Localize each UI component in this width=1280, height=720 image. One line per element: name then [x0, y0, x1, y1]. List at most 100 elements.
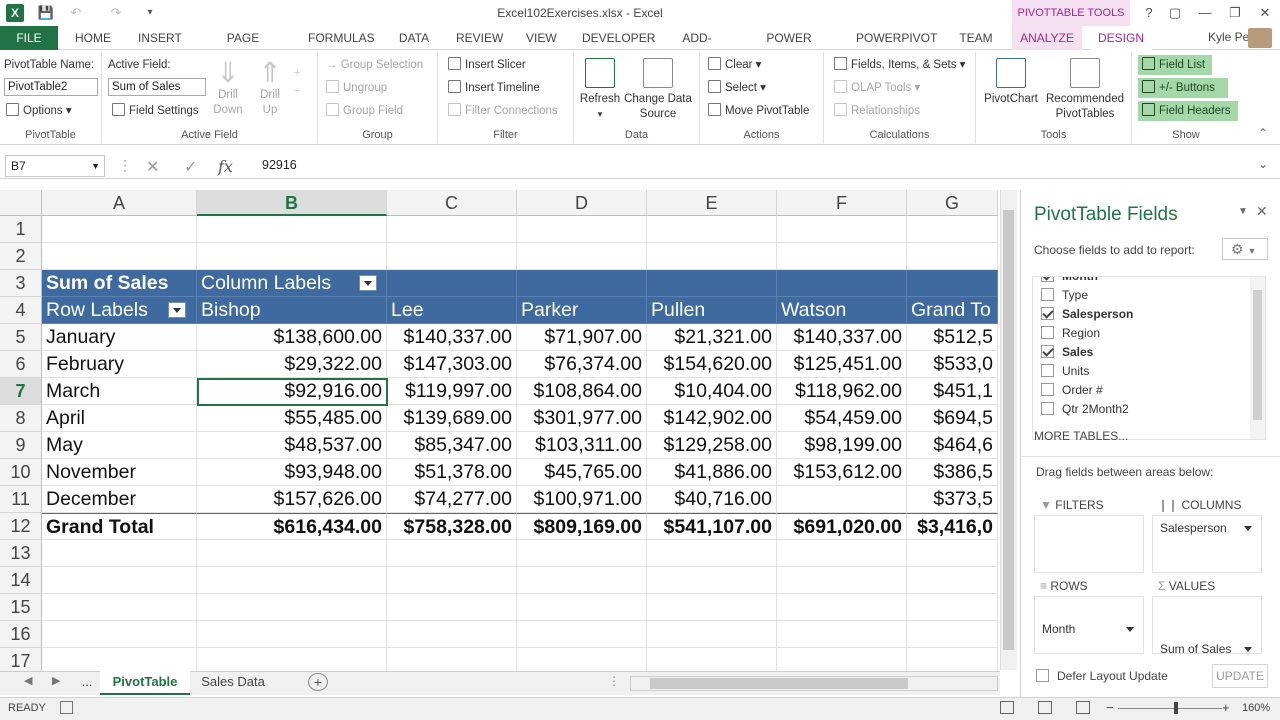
cell[interactable] [777, 243, 907, 270]
checkbox[interactable] [1041, 345, 1054, 358]
sheet-tab-pivottable[interactable]: PivotTable [100, 671, 190, 695]
pivot-row-label[interactable]: March [42, 378, 197, 405]
insert-timeline-button[interactable]: Insert Timeline [448, 80, 540, 96]
cell[interactable] [197, 567, 387, 594]
refresh-button[interactable]: Refresh ▾ [578, 58, 622, 122]
pivot-column-labels[interactable]: Column Labels [197, 270, 387, 297]
ungroup-button[interactable]: Ungroup [326, 80, 387, 96]
zoom-slider-thumb[interactable] [1174, 702, 1178, 714]
collapse-ribbon-icon[interactable]: ⌃ [1258, 126, 1268, 140]
cell[interactable] [197, 216, 387, 243]
field-order-[interactable]: Order # [1041, 381, 1103, 400]
redo-icon[interactable]: ↷ [106, 4, 126, 22]
pivot-value-cell[interactable]: $451,1 [907, 378, 998, 405]
cell[interactable] [777, 621, 907, 648]
pivot-sum-label[interactable]: Sum of Sales [42, 270, 197, 297]
add-sheet-button[interactable]: + [308, 673, 328, 691]
pivot-value-cell[interactable]: $140,337.00 [777, 324, 907, 351]
relationships-button[interactable]: Relationships [834, 103, 920, 119]
field-list-toggle[interactable]: Field List [1138, 55, 1212, 75]
pivot-row-label[interactable]: November [42, 459, 197, 486]
pivot-value-cell[interactable]: $54,459.00 [777, 405, 907, 432]
pivot-row-label[interactable]: Grand Total [42, 513, 197, 540]
pivot-value-cell[interactable]: $93,948.00 [197, 459, 387, 486]
cell[interactable] [197, 243, 387, 270]
pivot-value-cell[interactable]: $103,311.00 [517, 432, 647, 459]
select-button[interactable]: Select ▾ [708, 80, 766, 96]
field-region[interactable]: Region [1041, 324, 1100, 343]
pivot-column-header[interactable]: Pullen [647, 297, 777, 324]
cell[interactable] [777, 594, 907, 621]
field-salesperson[interactable]: Salesperson [1041, 305, 1133, 324]
cell[interactable] [517, 216, 647, 243]
options-button[interactable]: Options ▾ [6, 103, 72, 119]
pivot-value-cell[interactable]: $29,322.00 [197, 351, 387, 378]
pivot-value-cell[interactable]: $41,886.00 [647, 459, 777, 486]
tab-file[interactable]: FILE [0, 26, 58, 50]
drill-down-button[interactable]: ⇓ Drill Down [210, 58, 246, 118]
cell[interactable] [42, 540, 197, 567]
recommended-pivottables-button[interactable]: Recommended PivotTables [1042, 58, 1128, 122]
pivot-value-cell[interactable]: $809,169.00 [517, 513, 647, 540]
pivot-value-cell[interactable]: $157,626.00 [197, 486, 387, 513]
pivot-row-label[interactable]: May [42, 432, 197, 459]
cell[interactable] [517, 540, 647, 567]
cell[interactable] [517, 594, 647, 621]
cell[interactable] [387, 540, 517, 567]
tab-analyze[interactable]: ANALYZE [1012, 26, 1082, 50]
pivot-value-cell[interactable]: $40,716.00 [647, 486, 777, 513]
pivot-value-cell[interactable]: $76,374.00 [517, 351, 647, 378]
field-headers-toggle[interactable]: Field Headers [1138, 101, 1238, 121]
cell[interactable] [907, 567, 998, 594]
cell[interactable] [777, 567, 907, 594]
cell[interactable] [197, 621, 387, 648]
cell[interactable] [387, 216, 517, 243]
zoom-in-icon[interactable]: + [1222, 700, 1230, 715]
pivot-value-cell[interactable]: $129,258.00 [647, 432, 777, 459]
pivot-value-cell[interactable]: $100,971.00 [517, 486, 647, 513]
clear-button[interactable]: Clear ▾ [708, 57, 761, 73]
tab-developer[interactable]: DEVELOPER [578, 26, 655, 50]
pivot-value-cell[interactable]: $98,199.00 [777, 432, 907, 459]
name-box[interactable]: B7 ▼ [5, 155, 105, 177]
customize-qat-icon[interactable]: ▾ [140, 4, 160, 22]
row-header-12[interactable]: 12 [0, 513, 42, 540]
select-all-corner[interactable] [0, 190, 42, 216]
row-header-11[interactable]: 11 [0, 486, 42, 513]
column-header-e[interactable]: E [647, 190, 777, 216]
cell[interactable] [907, 540, 998, 567]
expand-formula-icon[interactable]: ⌄ [1258, 157, 1268, 171]
column-header-b[interactable]: B [197, 190, 387, 216]
checkbox[interactable] [1041, 307, 1054, 320]
cell[interactable] [777, 540, 907, 567]
cell[interactable] [387, 567, 517, 594]
pivot-value-cell[interactable]: $386,5 [907, 459, 998, 486]
row-header-1[interactable]: 1 [0, 216, 42, 243]
field-qtr-2month2[interactable]: Qtr 2Month2 [1041, 400, 1129, 419]
pivot-column-header[interactable]: Grand To [907, 297, 998, 324]
row-header-6[interactable]: 6 [0, 351, 42, 378]
pivot-row-labels[interactable]: Row Labels [42, 297, 197, 324]
row-header-15[interactable]: 15 [0, 594, 42, 621]
checkbox[interactable] [1041, 402, 1054, 415]
cell[interactable] [907, 621, 998, 648]
checkbox[interactable] [1041, 277, 1054, 282]
zoom-level[interactable]: 160% [1242, 702, 1270, 714]
pivot-value-cell[interactable]: $373,5 [907, 486, 998, 513]
pivot-value-cell[interactable]: $119,997.00 [387, 378, 517, 405]
sheet-tab-sales-data[interactable]: Sales Data [192, 671, 274, 695]
enter-icon[interactable]: ✓ [184, 157, 197, 177]
column-header-d[interactable]: D [517, 190, 647, 216]
pivot-value-cell[interactable]: $92,916.00 [197, 378, 387, 405]
defer-layout-checkbox[interactable]: Defer Layout Update [1036, 669, 1168, 683]
avatar[interactable] [1248, 28, 1272, 48]
pivot-value-cell[interactable]: $45,765.00 [517, 459, 647, 486]
macro-record-icon[interactable] [60, 701, 73, 714]
field-sales[interactable]: Sales [1041, 343, 1093, 362]
insert-slicer-button[interactable]: Insert Slicer [448, 57, 526, 73]
close-icon[interactable]: ✕ [1254, 3, 1276, 23]
row-header-13[interactable]: 13 [0, 540, 42, 567]
scroll-right-icon[interactable]: ▶ [52, 674, 60, 687]
save-icon[interactable]: 💾 [36, 4, 56, 22]
cell[interactable] [517, 567, 647, 594]
